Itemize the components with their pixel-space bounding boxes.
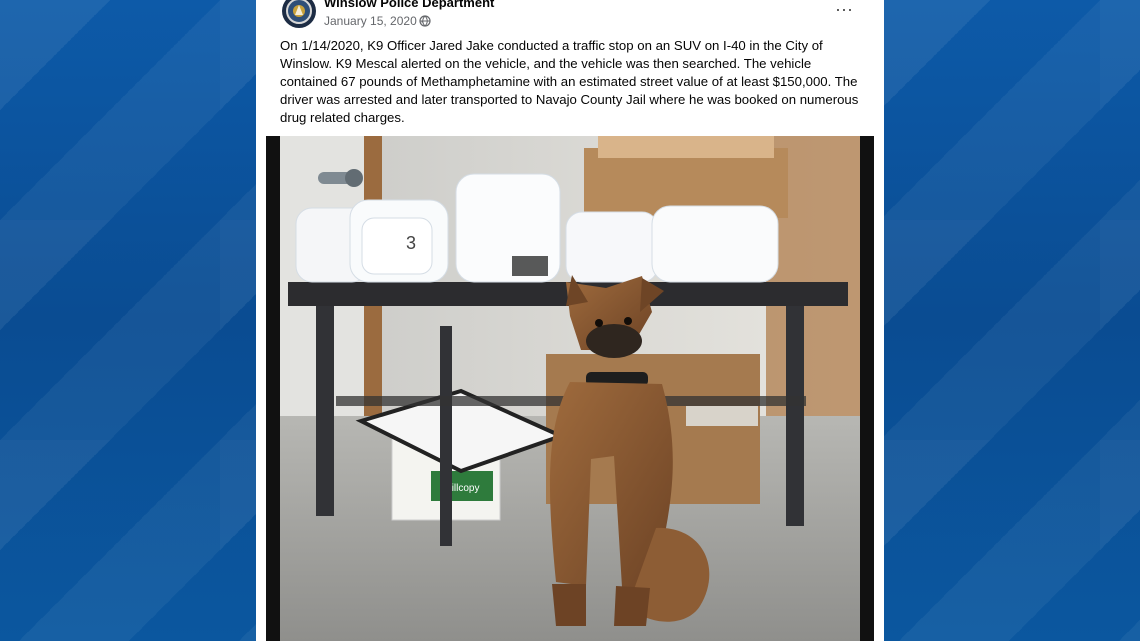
post-date[interactable]: January 15, 2020 · <box>324 14 424 28</box>
k9-drug-seizure-photo: willcopy 3 <box>266 136 874 641</box>
box-flap <box>598 136 774 158</box>
police-badge-icon[interactable] <box>282 0 316 28</box>
table-leg-back <box>440 326 452 546</box>
table-leg-left <box>316 306 334 516</box>
bag-tape <box>512 256 548 276</box>
door-lock <box>345 169 363 187</box>
bag <box>361 217 433 275</box>
page-name[interactable]: Winslow Police Department <box>324 0 494 10</box>
post-header: Winslow Police Department January 15, 20… <box>256 0 884 32</box>
dog-front-leg-right <box>614 586 650 626</box>
facebook-post-card: Winslow Police Department January 15, 20… <box>256 0 884 641</box>
more-options-icon[interactable]: ··· <box>834 0 854 20</box>
dog-eye-left <box>595 319 603 327</box>
right-black-edge <box>860 136 874 641</box>
post-body-text: On 1/14/2020, K9 Officer Jared Jake cond… <box>280 38 859 125</box>
globe-icon <box>419 15 431 27</box>
dog-muzzle <box>586 324 642 358</box>
bag <box>651 205 779 283</box>
packing-peanuts <box>686 406 758 426</box>
left-black-edge <box>266 136 280 641</box>
dog-front-leg-left <box>552 584 586 626</box>
date-text: January 15, 2020 <box>324 14 417 28</box>
table-leg-right <box>786 306 804 526</box>
screenshot-frame: Winslow Police Department January 15, 20… <box>0 0 1140 641</box>
bag-mark: 3 <box>406 233 416 253</box>
badge-emblem <box>286 0 312 24</box>
post-photo[interactable]: willcopy 3 <box>266 136 874 641</box>
bag <box>565 211 659 283</box>
dog-eye-right <box>624 317 632 325</box>
